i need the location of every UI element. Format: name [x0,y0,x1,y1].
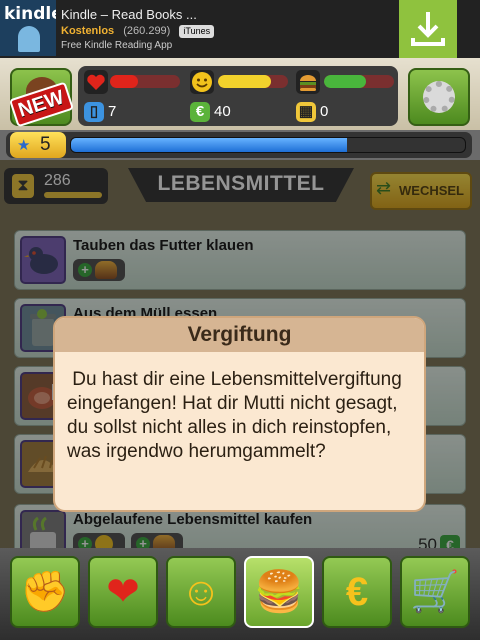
heart-icon [84,70,108,94]
food-meter-fill [324,75,366,88]
level-bar: ★ 5 [6,132,472,158]
health-meter [110,75,180,88]
download-icon [411,12,445,46]
ad-banner[interactable]: kindle Kindle – Read Books ... Kostenlos… [0,0,480,58]
dialog-title: Vergiftung [55,318,424,352]
ad-rating-count: (260.299) [123,25,171,37]
kindle-logo-text: kindle [4,4,56,24]
mood-meter-fill [218,75,271,88]
gear-icon [423,81,455,113]
euro-icon: € [345,570,369,614]
settings-button[interactable] [408,68,470,126]
star-icon: ★ [17,137,31,154]
phone-count: 7 [108,103,117,120]
tab-shop[interactable]: 🛒 [400,556,470,628]
xp-progress-fill [71,138,347,152]
reader-icon [18,26,40,52]
smiley-icon [190,70,214,94]
stats-panel: ▯ 7 € 40 ▦ 0 [78,66,398,126]
fist-icon: ✊ [20,570,70,614]
event-dialog[interactable]: Vergiftung Du hast dir eine Lebensmittel… [53,316,426,512]
dialog-message: Du hast dir eine Lebensmittelvergiftung … [67,369,408,462]
ad-price: Kostenlos [61,25,115,37]
download-button[interactable] [399,0,457,58]
item-count: 0 [320,103,329,120]
heart-icon: ❤ [106,570,140,614]
tab-fight[interactable]: ✊ [10,556,80,628]
tab-food[interactable]: 🍔 [244,556,314,628]
cart-icon: 🛒 [410,570,460,614]
tab-money[interactable]: € [322,556,392,628]
phone-icon: ▯ [84,102,104,122]
tab-health[interactable]: ❤ [88,556,158,628]
ad-title: Kindle – Read Books ... [61,7,197,22]
ad-store-badge: iTunes [179,25,215,38]
smiley-icon: ☺ [180,570,222,614]
ad-meta: Kostenlos (260.299) iTunes [61,25,215,38]
kindle-logo: kindle [0,0,56,56]
burger-icon [296,70,320,94]
level-badge: ★ 5 [10,132,66,158]
euro-icon: € [190,102,210,122]
health-meter-fill [110,75,138,88]
xp-progress [70,137,466,153]
box-icon: ▦ [296,102,316,122]
burger-icon: 🍔 [254,570,304,614]
mood-meter [218,75,288,88]
level-number: 5 [40,134,51,155]
money-count: 40 [214,103,231,120]
food-meter [324,75,394,88]
tab-mood[interactable]: ☺ [166,556,236,628]
ad-description: Free Kindle Reading App [61,40,173,51]
